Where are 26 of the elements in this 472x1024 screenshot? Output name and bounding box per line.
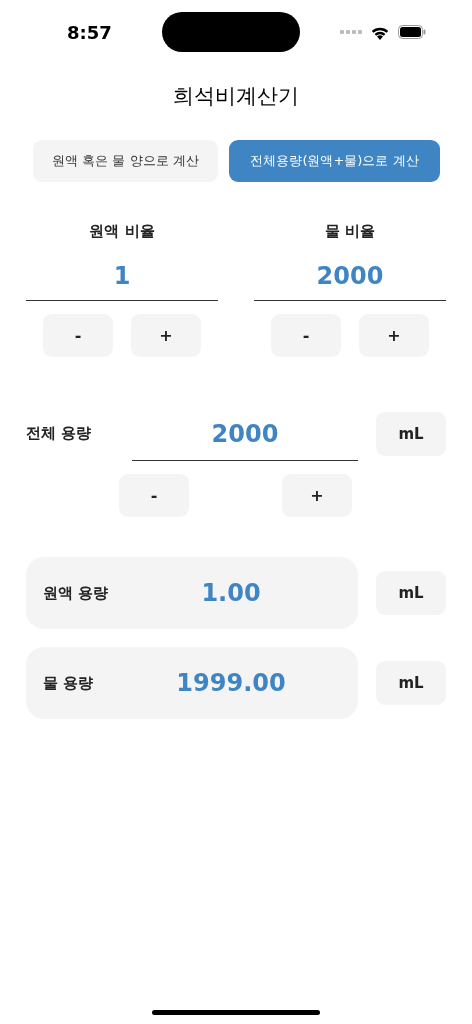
- screen-title: 희석비계산기: [172, 83, 300, 110]
- ratio-input[interactable]: 1: [26, 244, 218, 301]
- stepper-button[interactable]: -: [119, 474, 189, 517]
- stepper-button[interactable]: +: [359, 314, 429, 357]
- unit-button[interactable]: mL: [376, 661, 446, 705]
- battery-icon: [398, 25, 426, 39]
- unit-button[interactable]: mL: [376, 412, 446, 456]
- ratio-label: 원액 비율: [89, 222, 155, 242]
- ratio-input[interactable]: 2000: [254, 244, 446, 301]
- unit-button[interactable]: mL: [376, 571, 446, 615]
- result-label: 원액 용량: [43, 583, 110, 603]
- total-label: 전체 용량: [26, 424, 93, 443]
- stepper-button[interactable]: +: [282, 474, 352, 517]
- result-value: 1.00: [200, 579, 262, 607]
- signal-icon: [340, 30, 362, 34]
- mode-tab[interactable]: 원액 혹은 물 양으로 계산: [33, 140, 218, 182]
- mode-tab[interactable]: 전체용량(원액+물)으로 계산: [229, 140, 440, 182]
- result-label: 물 용량: [43, 673, 95, 693]
- home-indicator[interactable]: [152, 1010, 320, 1015]
- status-time: 8:57: [67, 21, 112, 43]
- ratio-label: 물 비율: [324, 222, 376, 242]
- stepper-button[interactable]: +: [131, 314, 201, 357]
- result-value: 1999.00: [175, 669, 287, 697]
- total-input[interactable]: 2000: [132, 412, 358, 461]
- stepper-button[interactable]: -: [43, 314, 113, 357]
- stepper-button[interactable]: -: [271, 314, 341, 357]
